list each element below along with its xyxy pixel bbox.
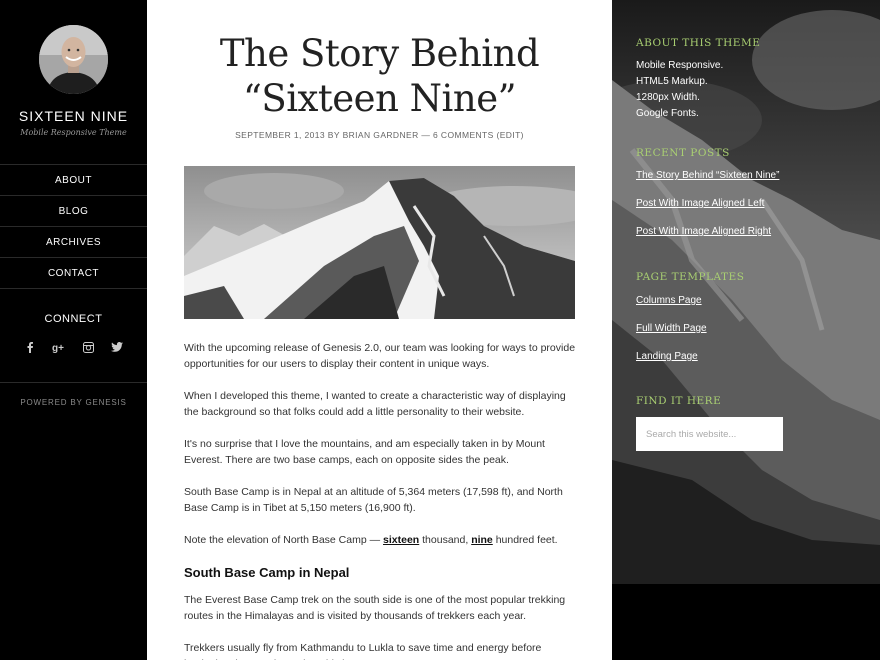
post-by: BY — [327, 130, 340, 140]
nav-item-archives[interactable]: ARCHIVES — [0, 227, 147, 258]
about-line: 1280px Width. — [636, 92, 700, 103]
powered-by[interactable]: POWERED BY GENESIS — [0, 382, 147, 407]
paragraph-6: The Everest Base Camp trek on the south … — [184, 594, 566, 622]
post-meta-separator: — — [421, 130, 431, 140]
search-input[interactable] — [636, 417, 783, 451]
page-templates-title: PAGE TEMPLATES — [636, 271, 745, 283]
connect-heading: CONNECT — [44, 313, 103, 325]
about-line: HTML5 Markup. — [636, 76, 708, 87]
featured-image — [184, 166, 575, 319]
recent-post-link[interactable]: Post With Image Aligned Left — [636, 198, 764, 209]
post-title-line-2: “Sixteen Nine” — [242, 77, 517, 120]
paragraph-2: When I developed this theme, I wanted to… — [184, 390, 566, 418]
recent-post-link[interactable]: The Story Behind “Sixteen Nine” — [636, 170, 779, 181]
about-widget-title: ABOUT THIS THEME — [636, 37, 761, 49]
post-meta: SEPTEMBER 1, 2013 BY BRIAN GARDNER — 6 C… — [167, 130, 592, 140]
paragraph-1: With the upcoming release of Genesis 2.0… — [184, 342, 576, 370]
primary-nav: ABOUT BLOG ARCHIVES CONTACT — [0, 164, 147, 289]
about-line: Google Fonts. — [636, 108, 699, 119]
main-content: The Story Behind “Sixteen Nine” SEPTEMBE… — [147, 0, 612, 660]
recent-post-link[interactable]: Post With Image Aligned Right — [636, 226, 771, 237]
paragraph-3: It's no surprise that I love the mountai… — [184, 438, 545, 466]
google-plus-icon[interactable]: g+ — [51, 339, 67, 355]
avatar-image — [39, 25, 108, 94]
svg-text:g+: g+ — [52, 343, 64, 353]
avatar[interactable] — [39, 25, 108, 94]
post-content: With the upcoming release of Genesis 2.0… — [184, 340, 579, 660]
site-title[interactable]: SIXTEEN NINE — [0, 108, 147, 124]
recent-posts-title: RECENT POSTS — [636, 147, 730, 159]
site-description: Mobile Responsive Theme — [20, 128, 127, 137]
template-link[interactable]: Columns Page — [636, 295, 702, 306]
social-icons: g+ — [0, 339, 147, 355]
left-sidebar: SIXTEEN NINE Mobile Responsive Theme ABO… — [0, 0, 147, 660]
p5-text-3: hundred feet. — [492, 534, 558, 546]
twitter-icon[interactable] — [109, 339, 125, 355]
post-edit-link[interactable]: (EDIT) — [496, 130, 523, 140]
find-it-here-title: FIND IT HERE — [636, 395, 722, 407]
facebook-icon[interactable] — [22, 339, 38, 355]
nav-item-blog[interactable]: BLOG — [0, 196, 147, 227]
about-widget-text: Mobile Responsive. HTML5 Markup. 1280px … — [636, 58, 723, 122]
post-title: The Story Behind “Sixteen Nine” — [167, 31, 592, 121]
section-heading: South Base Camp in Nepal — [184, 565, 350, 580]
post-date: SEPTEMBER 1, 2013 — [235, 130, 326, 140]
about-line: Mobile Responsive. — [636, 60, 724, 71]
p5-text-1: Note the elevation of North Base Camp — — [184, 534, 384, 546]
paragraph-5: Note the elevation of North Base Camp — … — [184, 532, 579, 548]
nav-item-contact[interactable]: CONTACT — [0, 258, 147, 289]
right-sidebar: ABOUT THIS THEME Mobile Responsive. HTML… — [612, 0, 880, 660]
paragraph-7: Trekkers usually fly from Kathmandu to L… — [184, 642, 542, 660]
post-author-link[interactable]: BRIAN GARDNER — [343, 130, 419, 140]
post-title-line-1: The Story Behind — [219, 32, 540, 75]
nine-link[interactable]: nine — [471, 534, 493, 546]
sixteen-link[interactable]: sixteen — [383, 534, 419, 546]
instagram-icon[interactable] — [80, 339, 96, 355]
paragraph-4: South Base Camp is in Nepal at an altitu… — [184, 486, 563, 514]
post-comments-link[interactable]: 6 COMMENTS — [433, 130, 494, 140]
template-link[interactable]: Landing Page — [636, 351, 698, 362]
p5-text-2: thousand, — [419, 534, 472, 546]
nav-item-about[interactable]: ABOUT — [0, 165, 147, 196]
mountain-image — [184, 166, 575, 319]
template-link[interactable]: Full Width Page — [636, 323, 707, 334]
